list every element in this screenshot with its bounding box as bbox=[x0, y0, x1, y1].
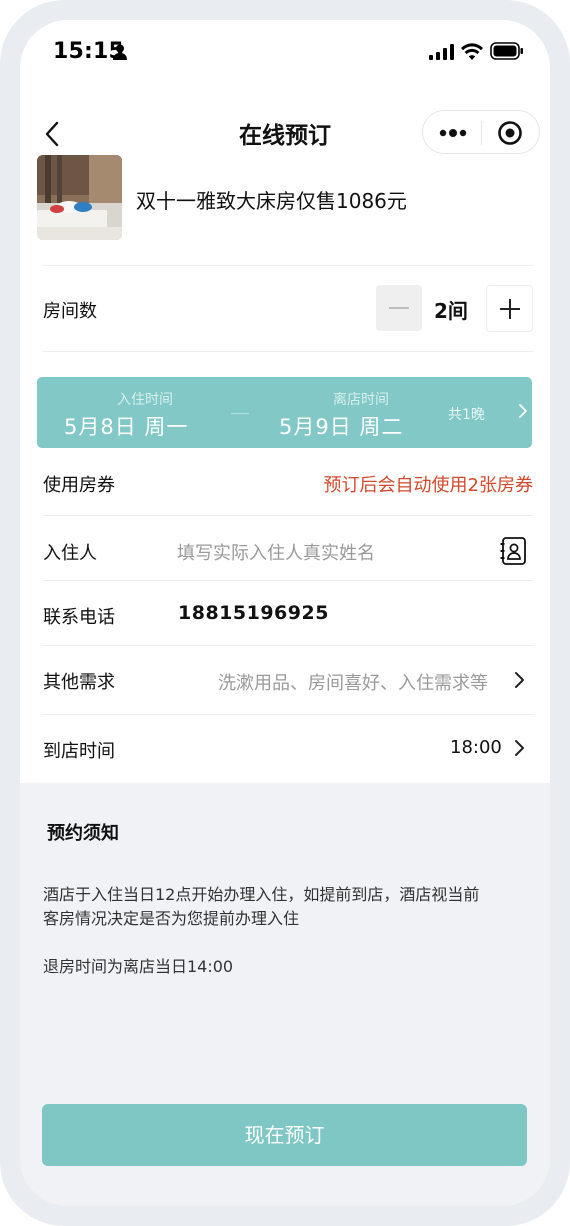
checkout-date: 5月9日 周二 bbox=[279, 415, 404, 439]
divider bbox=[43, 580, 533, 581]
notice-line: 退房时间为离店当日14:00 bbox=[43, 957, 234, 976]
chevron-right-icon bbox=[519, 404, 527, 418]
divider bbox=[43, 351, 533, 352]
mini-program-capsule bbox=[422, 110, 540, 154]
guest-label: 入住人 bbox=[43, 543, 97, 564]
contact-phone-input[interactable]: 18815196925 bbox=[178, 602, 329, 624]
arrival-time-selector[interactable]: 18:00 bbox=[450, 737, 502, 758]
date-separator bbox=[231, 413, 249, 414]
close-target-icon[interactable] bbox=[497, 120, 523, 146]
product-summary: 双十一雅致大床房仅售1086元 bbox=[37, 155, 533, 255]
nights-count: 共1晚 bbox=[448, 407, 485, 423]
product-name: 双十一雅致大床房仅售1086元 bbox=[136, 189, 407, 213]
battery-icon bbox=[490, 42, 523, 60]
requests-input[interactable]: 洗漱用品、房间喜好、入住需求等 bbox=[218, 669, 488, 695]
screen: 15:15 在线预订 双十一雅致大床房仅售1086元 房间数 2间 入住时间 5… bbox=[20, 20, 550, 1206]
wifi-icon bbox=[461, 43, 483, 60]
notice-line: 客房情况决定是否为您提前办理入住 bbox=[43, 909, 300, 928]
book-now-button[interactable]: 现在预订 bbox=[42, 1104, 527, 1166]
coupon-hint: 预订后会自动使用2张房券 bbox=[323, 475, 533, 496]
more-dots-icon[interactable] bbox=[439, 125, 467, 141]
contacts-book-icon[interactable] bbox=[500, 536, 528, 566]
notice-title: 预约须知 bbox=[47, 823, 119, 844]
capsule-divider bbox=[481, 121, 482, 145]
rooms-label: 房间数 bbox=[43, 301, 97, 322]
booking-notice: 预约须知 酒店于入住当日12点开始办理入住，如提前到店，酒店视当前 客房情况决定… bbox=[20, 783, 550, 1206]
requests-label: 其他需求 bbox=[43, 672, 115, 693]
room-thumbnail bbox=[37, 155, 122, 240]
rooms-count: 2间 bbox=[434, 299, 468, 323]
minus-icon bbox=[389, 307, 409, 309]
person-icon bbox=[113, 44, 127, 60]
increase-rooms-button[interactable] bbox=[486, 285, 533, 332]
notice-line: 酒店于入住当日12点开始办理入住，如提前到店，酒店视当前 bbox=[43, 885, 480, 904]
coupon-label: 使用房券 bbox=[43, 475, 115, 496]
divider bbox=[43, 714, 533, 715]
divider bbox=[43, 645, 533, 646]
status-bar: 15:15 bbox=[20, 20, 550, 92]
decrease-rooms-button[interactable] bbox=[376, 285, 422, 331]
chevron-right-icon bbox=[515, 740, 524, 756]
divider bbox=[43, 515, 533, 516]
arrival-label: 到店时间 bbox=[43, 741, 115, 762]
divider bbox=[43, 265, 533, 266]
chevron-right-icon bbox=[515, 672, 524, 688]
cellular-signal-icon bbox=[429, 44, 454, 60]
contact-label: 联系电话 bbox=[43, 607, 115, 628]
checkin-date: 5月8日 周一 bbox=[64, 415, 189, 439]
date-selector[interactable]: 入住时间 5月8日 周一 离店时间 5月9日 周二 共1晚 bbox=[37, 377, 532, 448]
checkin-label: 入住时间 bbox=[117, 392, 173, 408]
guest-name-input[interactable]: 填写实际入住人真实姓名 bbox=[177, 539, 375, 565]
checkout-label: 离店时间 bbox=[333, 392, 389, 408]
device-frame: 15:15 在线预订 双十一雅致大床房仅售1086元 房间数 2间 入住时间 5… bbox=[0, 0, 570, 1226]
